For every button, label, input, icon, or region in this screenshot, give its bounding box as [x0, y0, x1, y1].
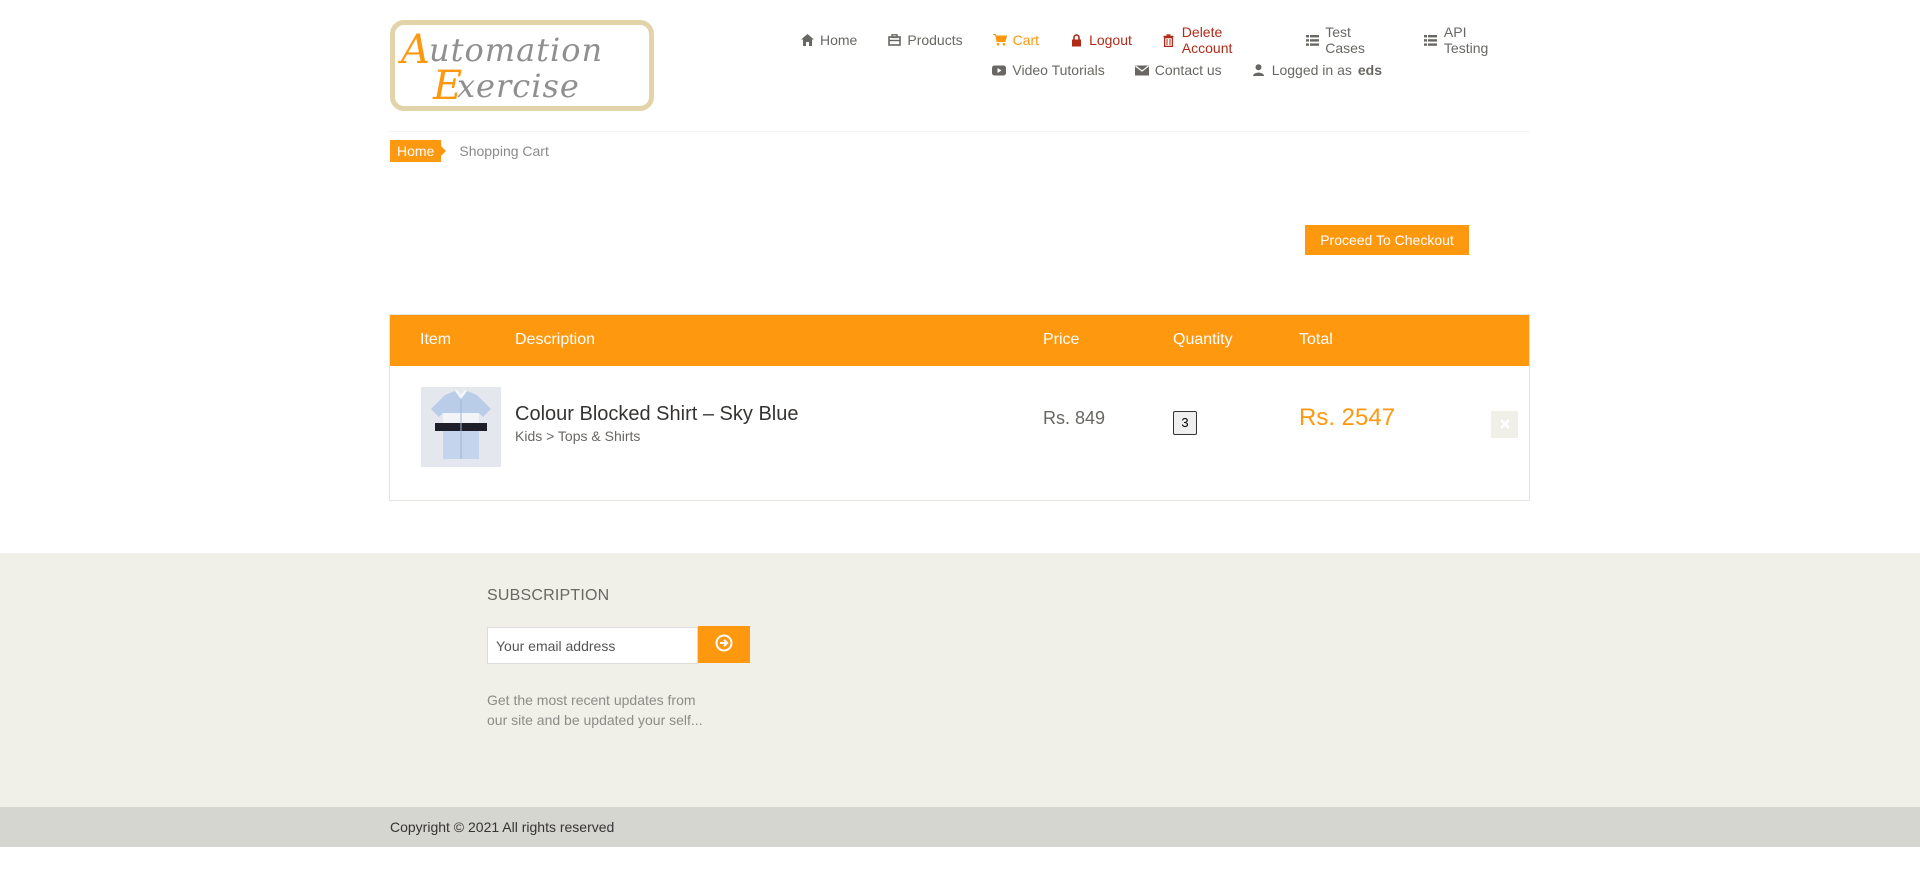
footer-bottom: Copyright © 2021 All rights reserved: [0, 807, 1920, 847]
cart-table: Item Description Price Quantity Total Co…: [389, 314, 1530, 501]
copyright-text: Copyright © 2021 All rights reserved: [390, 819, 615, 835]
nav-delete-account[interactable]: Delete Account: [1162, 24, 1275, 56]
trash-icon: [1162, 33, 1176, 47]
delete-item-button[interactable]: [1491, 411, 1518, 438]
svg-text:xercise: xercise: [457, 67, 580, 105]
breadcrumb: Home Shopping Cart: [390, 140, 549, 162]
logged-in-label: Logged in as: [1271, 62, 1352, 78]
nav-video-tutorials[interactable]: Video Tutorials: [992, 62, 1105, 78]
nav-test-cases[interactable]: Test Cases: [1305, 24, 1394, 56]
header-price: Price: [1043, 331, 1080, 348]
product-image[interactable]: [421, 387, 501, 467]
subscribe-button[interactable]: [698, 626, 750, 663]
nav-home-label: Home: [820, 32, 858, 48]
nav-row-primary: Home Products Cart Logout Delete Account…: [770, 24, 1530, 56]
header-quantity: Quantity: [1173, 331, 1233, 348]
envelope-icon: [1134, 63, 1149, 77]
nav-api-testing[interactable]: API Testing: [1424, 24, 1514, 56]
arrow-circle-right-icon: [715, 634, 733, 655]
nav-products-label: Products: [907, 32, 963, 48]
nav-home[interactable]: Home: [800, 32, 857, 48]
nav-products[interactable]: Products: [887, 32, 963, 48]
footer-widget: SUBSCRIPTION Get the most recent updates…: [0, 553, 1920, 807]
product-category: Kids > Tops & Shirts: [515, 428, 641, 444]
user-icon: [1252, 63, 1266, 77]
nav-contact-us[interactable]: Contact us: [1134, 62, 1222, 78]
product-name-link[interactable]: Colour Blocked Shirt – Sky Blue: [515, 403, 798, 426]
list-icon: [1305, 33, 1319, 47]
product-price: Rs. 849: [1043, 408, 1106, 428]
nav-logout-label: Logout: [1089, 32, 1132, 48]
youtube-icon: [992, 63, 1007, 77]
table-row: Colour Blocked Shirt – Sky Blue Kids > T…: [390, 366, 1529, 501]
proceed-to-checkout-button[interactable]: Proceed To Checkout: [1305, 225, 1469, 255]
header-description: Description: [515, 331, 596, 348]
site-header: A utomation E xercise Home Products Cart…: [389, 0, 1530, 132]
cart-icon: [992, 33, 1007, 47]
close-icon: [1499, 416, 1510, 434]
nav-cart[interactable]: Cart: [992, 32, 1040, 48]
lock-icon: [1069, 33, 1083, 47]
subscription-title: SUBSCRIPTION: [487, 587, 610, 604]
home-icon: [800, 33, 814, 47]
logo-graphic: A utomation E xercise: [397, 27, 602, 106]
quantity-button[interactable]: 3: [1173, 411, 1197, 435]
subscription-email-input[interactable]: [487, 627, 698, 664]
subscription-description: Get the most recent updates from our sit…: [487, 692, 703, 728]
cart-table-header: Item Description Price Quantity Total: [390, 315, 1529, 366]
header-item: Item: [420, 331, 452, 348]
site-logo[interactable]: A utomation E xercise: [390, 20, 654, 111]
header-total: Total: [1299, 331, 1333, 348]
main-nav: Home Products Cart Logout Delete Account…: [770, 24, 1530, 80]
nav-cart-label: Cart: [1012, 32, 1040, 48]
breadcrumb-current: Shopping Cart: [459, 143, 549, 159]
nav-test-cases-label: Test Cases: [1325, 24, 1365, 56]
nav-delete-account-label: Delete Account: [1181, 24, 1233, 56]
logged-in-status: Logged in as eds: [1252, 62, 1382, 78]
logged-in-username: eds: [1357, 62, 1382, 78]
nav-logout[interactable]: Logout: [1069, 32, 1132, 48]
breadcrumb-home[interactable]: Home: [390, 140, 447, 162]
nav-row-secondary: Video Tutorials Contact us Logged in as …: [770, 60, 1530, 80]
list-icon: [1424, 33, 1438, 47]
products-icon: [887, 33, 901, 47]
nav-video-tutorials-label: Video Tutorials: [1012, 62, 1105, 78]
nav-contact-us-label: Contact us: [1154, 62, 1222, 78]
product-total: Rs. 2547: [1299, 404, 1396, 431]
svg-text:A: A: [397, 27, 430, 73]
nav-api-testing-label: API Testing: [1443, 24, 1489, 56]
